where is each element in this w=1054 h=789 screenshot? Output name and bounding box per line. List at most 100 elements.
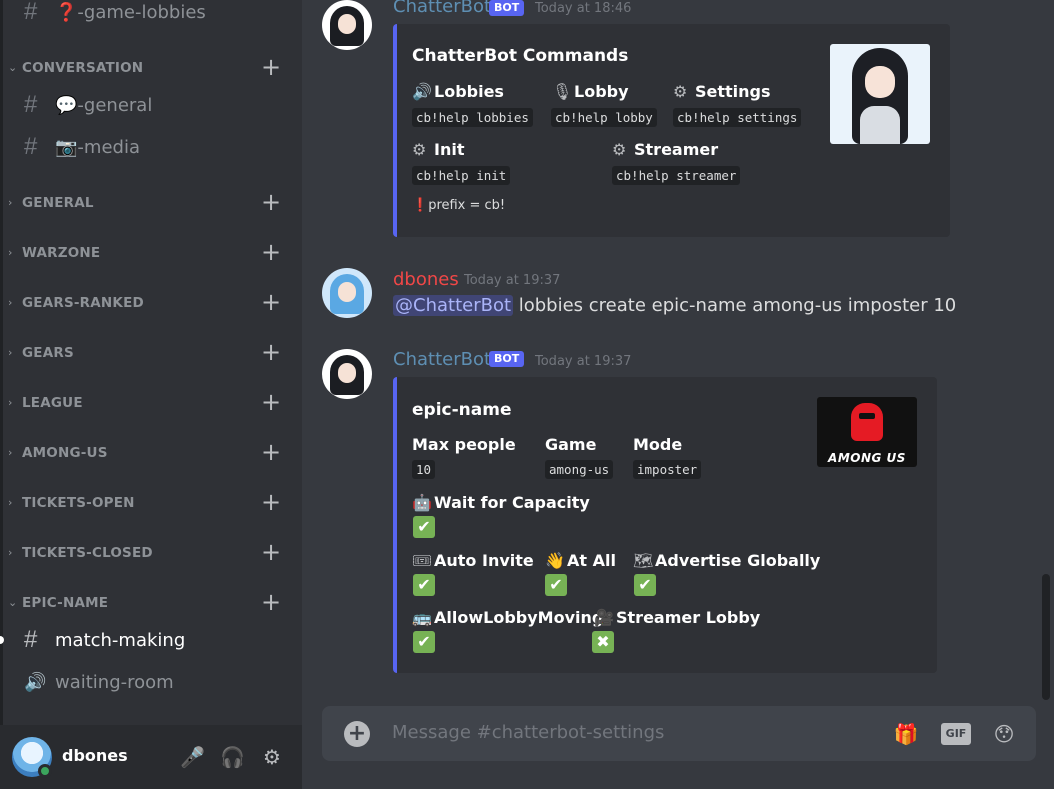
add-attachment-icon[interactable]: + (344, 721, 370, 747)
category-label: GENERAL (22, 195, 94, 211)
create-channel-icon[interactable]: + (261, 338, 281, 366)
gear-icon: ⚙ (673, 82, 688, 101)
speaker-icon: 🔊 (24, 671, 47, 692)
check-icon: ✔ (545, 574, 567, 596)
embed-field-name: 🔊 Lobbies (412, 82, 504, 101)
channel-label: -media (77, 136, 140, 158)
embed-field-name: ⚙ Init (412, 140, 465, 159)
embed-field-name: 🚌 AllowLobbyMoving (412, 608, 604, 627)
message-input[interactable]: Message #chatterbot-settings (392, 722, 664, 743)
create-channel-icon[interactable]: + (261, 53, 281, 81)
check-icon: ✔ (413, 631, 435, 653)
chevron-right-icon: › (8, 246, 13, 259)
message-author[interactable]: dbones (393, 269, 459, 290)
hash-icon: # (24, 626, 38, 653)
category-epic-name[interactable]: ⌄ EPIC-NAME + (0, 588, 302, 616)
channel-sidebar: # ❓-game-lobbies ⌄ CONVERSATION + # 💬-ge… (0, 0, 302, 789)
embed-field-name: 🤖 Wait for Capacity (412, 493, 590, 512)
embed-title: epic-name (412, 400, 512, 420)
chevron-right-icon: › (8, 196, 13, 209)
embed-field-name: ⚙ Settings (673, 82, 771, 101)
cross-icon: ✖ (592, 631, 614, 653)
avatar[interactable] (322, 349, 372, 399)
channel-media[interactable]: # 📷-media (0, 130, 302, 164)
speech-bubble-icon: 💬 (55, 94, 78, 116)
embed-field-name: Mode (633, 435, 683, 454)
chevron-right-icon: › (8, 346, 13, 359)
create-channel-icon[interactable]: + (261, 588, 281, 616)
channel-match-making[interactable]: # match-making (0, 623, 302, 657)
avatar[interactable] (322, 268, 372, 318)
robot-icon: 🤖 (412, 493, 432, 512)
create-channel-icon[interactable]: + (261, 388, 281, 416)
online-status-dot (38, 764, 52, 778)
embed-field-value: 10 (412, 460, 436, 479)
channel-waiting-room[interactable]: 🔊 waiting-room (0, 665, 302, 699)
channel-game-lobbies[interactable]: # ❓-game-lobbies (0, 0, 302, 29)
embed-field-name: 🎟 Auto Invite (412, 551, 534, 570)
embed-field-value: imposter (633, 460, 702, 479)
embed-thumbnail[interactable] (830, 44, 930, 144)
category-among-us[interactable]: › AMONG-US + (0, 438, 302, 466)
category-conversation[interactable]: ⌄ CONVERSATION + (0, 53, 302, 81)
thumbnail-text: AMONG US (828, 451, 906, 465)
category-label: GEARS-RANKED (22, 295, 144, 311)
gear-icon[interactable]: ⚙ (260, 745, 284, 769)
gift-icon[interactable]: 🎁 (892, 720, 920, 748)
category-label: GEARS (22, 345, 74, 361)
category-label: WARZONE (22, 245, 101, 261)
microphone-muted-icon[interactable]: 🎤 (180, 745, 205, 769)
gear-icon: ⚙ (612, 140, 627, 159)
avatar[interactable] (322, 0, 372, 50)
message-timestamp: Today at 19:37 (464, 273, 561, 288)
hash-icon: # (24, 0, 38, 25)
category-gears[interactable]: › GEARS + (0, 338, 302, 366)
check-icon: ✔ (634, 574, 656, 596)
headphones-icon[interactable]: 🎧 (220, 745, 245, 769)
user-mention[interactable]: @ChatterBot (393, 295, 514, 316)
create-channel-icon[interactable]: + (261, 238, 281, 266)
category-gears-ranked[interactable]: › GEARS-RANKED + (0, 288, 302, 316)
chevron-right-icon: › (8, 446, 13, 459)
message-author[interactable]: ChatterBot (393, 349, 491, 370)
message-composer[interactable]: + Message #chatterbot-settings 🎁 GIF 😯 (322, 706, 1036, 761)
category-label: AMONG-US (22, 445, 108, 461)
category-tickets-open[interactable]: › TICKETS-OPEN + (0, 488, 302, 516)
category-label: CONVERSATION (22, 60, 144, 76)
bot-badge: BOT (489, 0, 525, 16)
message-timestamp: Today at 19:37 (535, 354, 632, 369)
category-label: LEAGUE (22, 395, 83, 411)
category-warzone[interactable]: › WARZONE + (0, 238, 302, 266)
scrollbar-thumb[interactable] (1042, 574, 1050, 700)
channel-general[interactable]: # 💬-general (0, 88, 302, 122)
chevron-right-icon: › (8, 396, 13, 409)
among-us-thumbnail[interactable]: AMONG US (817, 397, 917, 467)
gear-icon: ⚙ (412, 140, 427, 159)
create-channel-icon[interactable]: + (261, 488, 281, 516)
username: dbones (62, 746, 128, 765)
create-channel-icon[interactable]: + (261, 188, 281, 216)
embed-field-name: 👋 At All (545, 551, 616, 570)
create-channel-icon[interactable]: + (261, 438, 281, 466)
category-general[interactable]: › GENERAL + (0, 188, 302, 216)
embed-field-name: 🎥 Streamer Lobby (594, 608, 761, 627)
channel-label: -game-lobbies (77, 1, 206, 23)
category-league[interactable]: › LEAGUE + (0, 388, 302, 416)
create-channel-icon[interactable]: + (261, 538, 281, 566)
embed-field-name: 🎙 Lobby (552, 82, 629, 101)
embed-field-name: ⚙ Streamer (612, 140, 719, 159)
create-channel-icon[interactable]: + (261, 288, 281, 316)
ticket-icon: 🎟 (412, 551, 433, 570)
camera-icon: 🎥 (594, 608, 614, 627)
message-author[interactable]: ChatterBot (393, 0, 491, 17)
emoji-picker-icon[interactable]: 😯 (990, 720, 1018, 748)
gif-button[interactable]: GIF (941, 723, 971, 745)
speaker-icon: 🔊 (412, 82, 432, 101)
embed-field-value: cb!help lobby (551, 108, 657, 127)
channel-label: match-making (55, 629, 186, 651)
embed-title: ChatterBot Commands (412, 46, 629, 66)
embed-field-value: cb!help lobbies (412, 108, 533, 127)
waving-hand-icon: 👋 (545, 551, 565, 570)
category-tickets-closed[interactable]: › TICKETS-CLOSED + (0, 538, 302, 566)
channel-label: waiting-room (55, 671, 174, 693)
